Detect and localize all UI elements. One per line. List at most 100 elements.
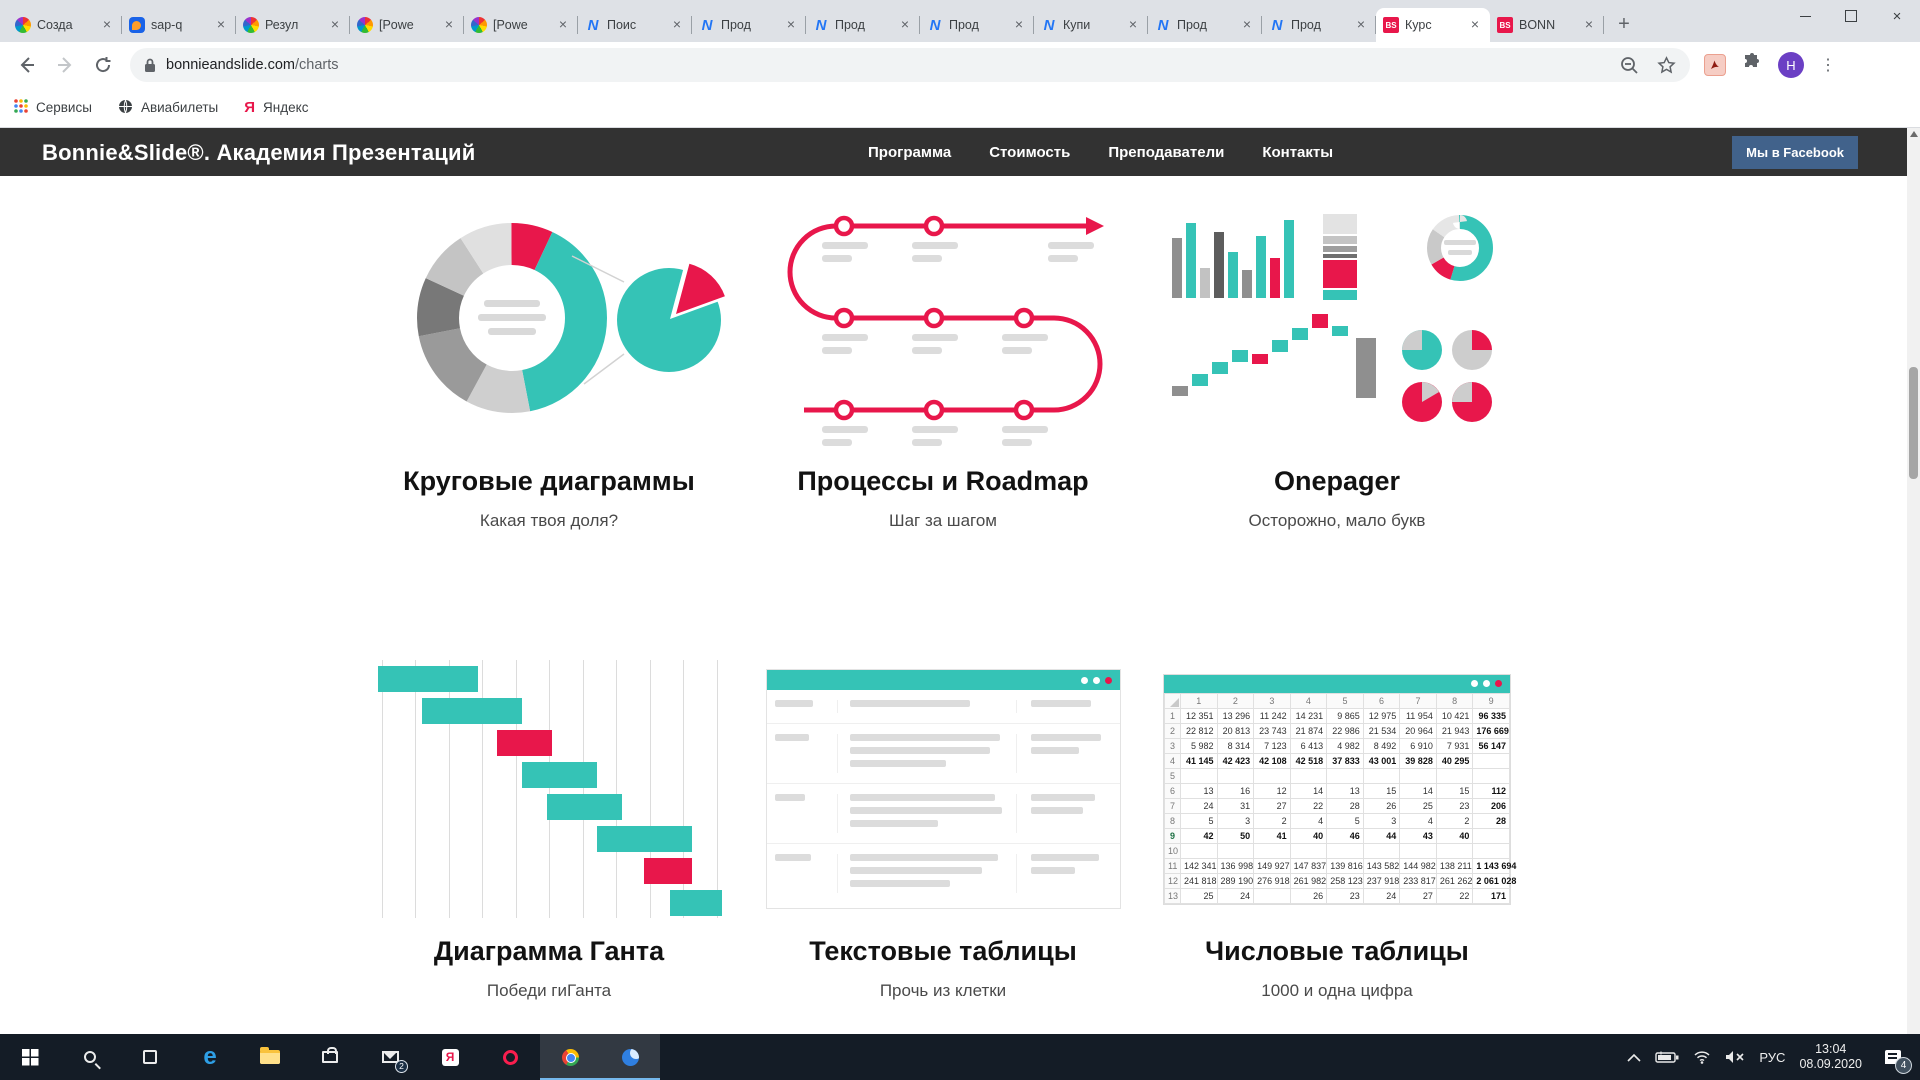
back-button[interactable] [10, 48, 44, 82]
card-text-tables[interactable]: Текстовые таблицы Прочь из клетки [762, 658, 1124, 1001]
browser-menu-icon[interactable]: ⋮ [1820, 63, 1836, 68]
browser-tabstrip: Созда×sap-q×Резул×[Powe×[Powe×NПоис×NПро… [0, 0, 1920, 42]
tab-close-icon[interactable]: × [1011, 17, 1027, 33]
zoom-out-icon[interactable] [1620, 56, 1639, 75]
chrome-taskbar-button[interactable] [540, 1034, 600, 1080]
spreadsheet-cell: 261 982 [1290, 873, 1327, 888]
site-brand[interactable]: Bonnie&Slide®. Академия Презентаций [42, 140, 475, 166]
maximize-button[interactable] [1828, 0, 1874, 32]
tab-close-icon[interactable]: × [783, 17, 799, 33]
tab-close-icon[interactable]: × [1581, 17, 1597, 33]
card-onepager[interactable]: Onepager Осторожно, мало букв [1156, 188, 1518, 531]
gantt-bar [378, 666, 478, 692]
spreadsheet-cell: 21 874 [1290, 723, 1327, 738]
spreadsheet-row-label: 1 [1165, 708, 1181, 723]
spreadsheet-cell: 40 295 [1436, 753, 1473, 768]
card-subtitle: 1000 и одна цифра [1156, 981, 1518, 1001]
bookmark-services[interactable]: Сервисы [14, 99, 92, 116]
app-icon [622, 1049, 639, 1066]
browser-tab[interactable]: NПрод× [806, 8, 920, 42]
mail-taskbar-button[interactable]: 2 [360, 1034, 420, 1080]
tab-label: Поис [607, 18, 663, 32]
tab-close-icon[interactable]: × [1239, 17, 1255, 33]
scrollbar-up-arrow-icon[interactable] [1910, 131, 1918, 137]
address-bar[interactable]: bonnieandslide.com/charts [130, 48, 1690, 82]
spreadsheet-cell [1473, 843, 1510, 858]
browser-tab[interactable]: sap-q × [122, 8, 236, 42]
edge-taskbar-button[interactable]: e [180, 1034, 240, 1080]
tab-label: sap-q [151, 18, 207, 32]
tab-close-icon[interactable]: × [1467, 17, 1483, 33]
browser-tab[interactable]: NПрод× [920, 8, 1034, 42]
spreadsheet-cell: 289 190 [1217, 873, 1254, 888]
opera-taskbar-button[interactable] [480, 1034, 540, 1080]
close-window-button[interactable]: × [1874, 0, 1920, 32]
bookmark-yandex[interactable]: Я Яндекс [244, 99, 308, 116]
nav-program[interactable]: Программа [868, 144, 951, 161]
spreadsheet-row-label: 8 [1165, 813, 1181, 828]
tab-close-icon[interactable]: × [1125, 17, 1141, 33]
tab-close-icon[interactable]: × [669, 17, 685, 33]
browser-tab[interactable]: NПрод× [692, 8, 806, 42]
folder-taskbar-button[interactable] [240, 1034, 300, 1080]
tray-chevron-up-icon[interactable] [1627, 1053, 1641, 1062]
spreadsheet-cell [1254, 843, 1291, 858]
browser-tab[interactable]: Созда× [8, 8, 122, 42]
browser-tab[interactable]: [Powe× [350, 8, 464, 42]
tab-close-icon[interactable]: × [327, 17, 343, 33]
spreadsheet-cell: 43 [1400, 828, 1437, 843]
nav-teachers[interactable]: Преподаватели [1108, 144, 1224, 161]
browser-tab[interactable]: BSBONN× [1490, 8, 1604, 42]
action-center-button[interactable]: 4 [1876, 1034, 1910, 1080]
start-icon [22, 1049, 39, 1066]
tab-close-icon[interactable]: × [897, 17, 913, 33]
gantt-bar [597, 826, 692, 852]
facebook-button[interactable]: Мы в Facebook [1732, 136, 1858, 169]
store-taskbar-button[interactable] [300, 1034, 360, 1080]
browser-tab[interactable]: [Powe× [464, 8, 578, 42]
scrollbar-thumb[interactable] [1909, 367, 1918, 479]
nav-contacts[interactable]: Контакты [1262, 144, 1333, 161]
browser-tab[interactable]: NКупи× [1034, 8, 1148, 42]
spreadsheet-cell [1363, 843, 1400, 858]
refresh-button[interactable] [86, 48, 120, 82]
spreadsheet-cell: 50 [1217, 828, 1254, 843]
card-pie-charts[interactable]: Круговые диаграммы Какая твоя доля? [368, 188, 730, 531]
task-taskbar-button[interactable] [120, 1034, 180, 1080]
yandex-taskbar-button[interactable]: Я [420, 1034, 480, 1080]
bookmark-avia[interactable]: Авиабилеты [118, 99, 218, 117]
taskbar-clock[interactable]: 13:04 08.09.2020 [1799, 1042, 1862, 1072]
language-indicator[interactable]: РУС [1759, 1050, 1785, 1065]
pdf-extension-icon[interactable] [1704, 54, 1726, 76]
tab-close-icon[interactable]: × [555, 17, 571, 33]
battery-icon[interactable] [1655, 1051, 1679, 1064]
tab-close-icon[interactable]: × [1353, 17, 1369, 33]
tab-close-icon[interactable]: × [441, 17, 457, 33]
page-scrollbar[interactable] [1907, 128, 1920, 1034]
forward-button[interactable] [48, 48, 82, 82]
wifi-icon[interactable] [1693, 1050, 1711, 1064]
browser-tab[interactable]: Резул× [236, 8, 350, 42]
tab-close-icon[interactable]: × [99, 17, 115, 33]
card-gantt[interactable]: Диаграмма Ганта Победи гиГанта [368, 658, 730, 1001]
nav-price[interactable]: Стоимость [989, 144, 1070, 161]
bookmark-star-icon[interactable] [1657, 56, 1676, 75]
minimize-button[interactable] [1782, 0, 1828, 32]
card-number-tables[interactable]: 123456789112 35113 29611 24214 2319 8651… [1156, 658, 1518, 1001]
notification-badge: 4 [1895, 1057, 1912, 1074]
profile-avatar[interactable]: H [1778, 52, 1804, 78]
extensions-puzzle-icon[interactable] [1742, 53, 1762, 78]
volume-muted-icon[interactable] [1725, 1050, 1745, 1064]
spreadsheet-cell: 20 964 [1400, 723, 1437, 738]
search-taskbar-button[interactable] [60, 1034, 120, 1080]
spreadsheet-col-header: 9 [1473, 693, 1510, 708]
new-tab-button[interactable]: + [1610, 10, 1638, 38]
browser-tab[interactable]: BSКурс× [1376, 8, 1490, 42]
tab-close-icon[interactable]: × [213, 17, 229, 33]
app-taskbar-button[interactable] [600, 1034, 660, 1080]
browser-tab[interactable]: NПрод× [1148, 8, 1262, 42]
start-taskbar-button[interactable] [0, 1034, 60, 1080]
browser-tab[interactable]: NПрод× [1262, 8, 1376, 42]
card-roadmap[interactable]: Процессы и Roadmap Шаг за шагом [762, 188, 1124, 531]
browser-tab[interactable]: NПоис× [578, 8, 692, 42]
